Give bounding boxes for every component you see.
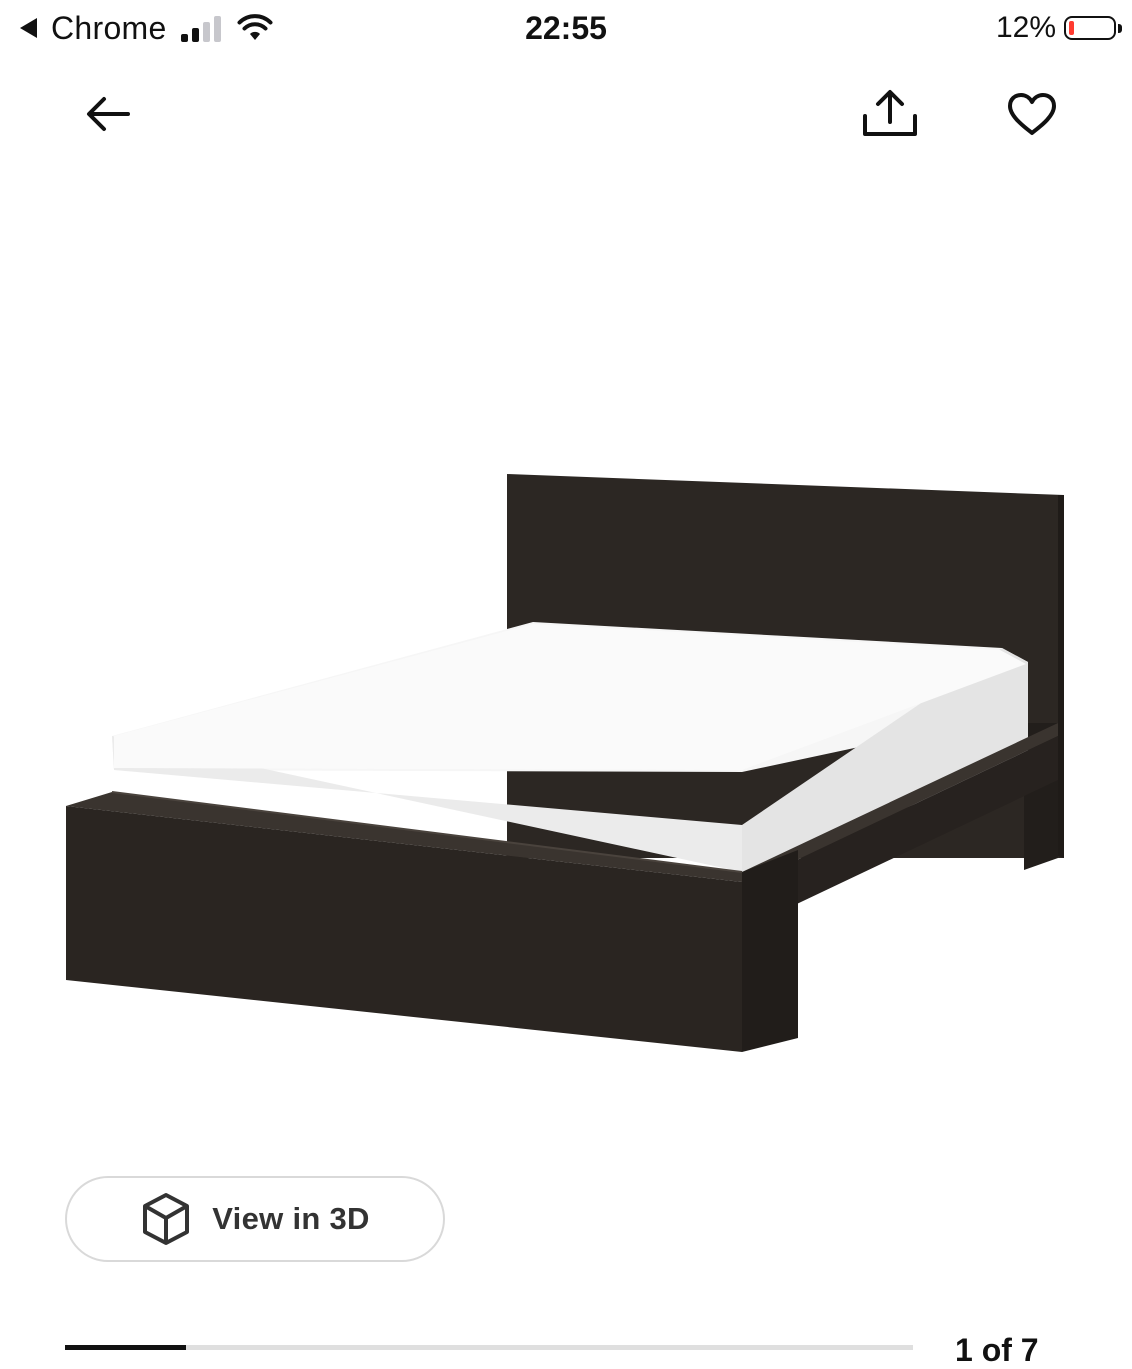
- battery-status: 12%: [995, 8, 1122, 48]
- product-image[interactable]: [0, 170, 1132, 1150]
- status-bar: Chrome 22:55 12%: [0, 0, 1132, 60]
- view-in-3d-label: View in 3D: [212, 1201, 370, 1236]
- back-button[interactable]: [72, 78, 144, 150]
- gallery-counter: 1 of 7: [955, 1332, 1039, 1368]
- battery-icon: [1064, 16, 1122, 40]
- battery-level: [1069, 21, 1074, 35]
- share-button[interactable]: [854, 78, 926, 150]
- gallery-progress-fill: [65, 1345, 186, 1350]
- favorite-button[interactable]: [996, 78, 1068, 150]
- arrow-left-icon: [87, 97, 130, 131]
- gallery-progress: [65, 1345, 913, 1350]
- bed-photo: [66, 474, 1064, 1052]
- battery-percent: 12%: [995, 11, 1056, 44]
- cube-icon: [143, 1193, 190, 1245]
- heart-icon: [1008, 93, 1056, 135]
- view-in-3d-button[interactable]: View in 3D: [65, 1176, 445, 1262]
- status-time: 22:55: [525, 10, 607, 46]
- share-icon: [863, 90, 917, 136]
